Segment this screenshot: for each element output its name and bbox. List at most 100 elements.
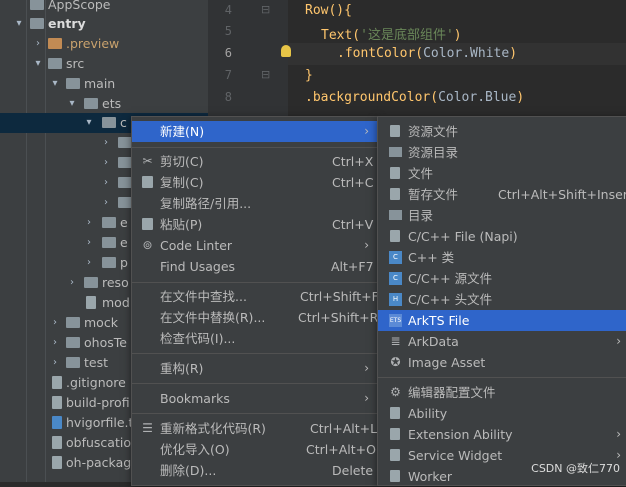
tree-item[interactable]: AppScope [0,0,208,15]
tree-item[interactable]: ▾ ets [0,94,208,114]
chevron-right-icon[interactable]: › [50,353,60,373]
chevron-right-icon[interactable]: › [101,133,111,153]
menu-item-paste[interactable]: 粘贴(P) Ctrl+V [132,214,377,235]
submenu-item-arkdata[interactable]: ≣ ArkData › [378,331,626,352]
folder-icon [389,210,402,220]
cpp-header-icon: H [389,293,402,306]
submenu-item-file[interactable]: 文件 [378,163,626,184]
menu-item-reformat-code[interactable]: ☰ 重新格式化代码(R) Ctrl+Alt+L [132,418,377,439]
menu-item-bookmarks[interactable]: Bookmarks › [132,388,377,409]
submenu-item-image-asset[interactable]: ✪ Image Asset [378,352,626,373]
submenu-item-extension-ability[interactable]: Extension Ability › [378,424,626,445]
line-number: 6 [224,46,232,60]
folder-icon [102,257,116,268]
submenu-item-resource-file[interactable]: 资源文件 [378,121,626,142]
folder-icon [118,177,132,188]
chevron-right-icon: › [364,391,369,405]
cpp-class-icon: C [389,251,402,264]
folder-icon [389,147,402,157]
menu-item-find-in-files[interactable]: 在文件中查找... Ctrl+Shift+F [132,286,379,307]
menu-item-delete[interactable]: 删除(D)... Delete [132,460,377,481]
menu-item-copy-path[interactable]: 复制路径/引用... [132,193,377,214]
menu-item-code-linter[interactable]: ⊚ Code Linter › [132,235,377,256]
watermark: CSDN @致仁770 [531,462,620,475]
submenu-item-ability[interactable]: Ability [378,403,626,424]
submenu-item-editorconfig[interactable]: ⚙ 编辑器配置文件 [378,382,626,403]
chevron-down-icon[interactable]: ▾ [14,14,24,34]
menu-item-copy[interactable]: 复制(C) Ctrl+C [132,172,377,193]
chevron-down-icon[interactable]: ▾ [67,94,77,114]
gear-file-icon [86,296,96,309]
chevron-down-icon[interactable]: ▾ [50,74,60,94]
tree-item[interactable]: › .preview [0,34,208,54]
line-number: 8 [224,90,232,104]
menu-separator [378,377,626,378]
folder-icon [118,137,132,148]
fold-icon[interactable]: ⊟ [261,3,270,16]
code-line[interactable]: } [305,68,313,83]
menu-item-find-usages[interactable]: Find Usages Alt+F7 [132,256,377,277]
chevron-right-icon[interactable]: › [50,313,60,333]
fold-icon[interactable]: ⊟ [261,68,270,81]
menu-separator [132,383,377,384]
file-icon [52,396,62,409]
folder-icon [118,197,132,208]
menu-item-cut[interactable]: ✂ 剪切(C) Ctrl+X [132,151,377,172]
folder-icon [118,157,132,168]
code-line[interactable]: .backgroundColor(Color.Blue) [305,90,524,105]
code-line[interactable]: .fontColor(Color.White) [337,46,517,61]
chevron-right-icon[interactable]: › [33,34,43,54]
tree-item-entry[interactable]: ▾ entry [0,14,208,34]
folder-icon [84,277,98,288]
folder-icon [102,237,116,248]
database-icon: ≣ [390,334,401,348]
submenu-item-resource-directory[interactable]: 资源目录 [378,142,626,163]
lightbulb-icon[interactable] [281,45,291,57]
reformat-icon: ☰ [142,421,153,435]
menu-item-refactor[interactable]: 重构(R) › [132,358,377,379]
menu-item-optimize-imports[interactable]: 优化导入(O) Ctrl+Alt+O [132,439,377,460]
submenu-item-cpp-source[interactable]: C C/C++ 源文件 [378,268,626,289]
paste-icon [142,218,153,230]
linter-icon: ⊚ [142,238,153,252]
submenu-item-scratch-file[interactable]: 暂存文件 Ctrl+Alt+Shift+Insert [378,184,626,205]
submenu-item-directory[interactable]: 目录 [378,205,626,226]
worker-icon [390,470,400,482]
folder-icon [66,317,80,328]
menu-item-inspect-code[interactable]: 检查代码(I)... [132,328,377,349]
chevron-right-icon[interactable]: › [101,153,111,173]
chevron-down-icon[interactable]: ▾ [33,54,43,74]
folder-icon [30,18,44,29]
submenu-item-cpp-header[interactable]: H C/C++ 头文件 [378,289,626,310]
chevron-right-icon[interactable]: › [67,273,77,293]
submenu-item-cpp-napi[interactable]: C/C++ File (Napi) [378,226,626,247]
chevron-right-icon[interactable]: › [101,193,111,213]
ts-file-icon [52,416,62,429]
chevron-right-icon: › [364,124,369,138]
ets-file-icon: ETS [389,314,402,327]
tree-item[interactable]: ▾ src [0,54,208,74]
submenu-item-arkts-file[interactable]: ETS ArkTS File [378,310,626,331]
code-line[interactable]: Text('这是底部组件') [321,24,462,43]
menu-item-replace-in-files[interactable]: 在文件中替换(R)... Ctrl+Shift+R [132,307,378,328]
chevron-right-icon[interactable]: › [101,173,111,193]
chevron-right-icon: › [616,427,621,441]
ability-icon [390,407,400,419]
chevron-right-icon[interactable]: › [84,213,94,233]
folder-icon [30,0,44,10]
tree-item[interactable]: ▾ main [0,74,208,94]
menu-separator [132,413,377,414]
line-number: 7 [224,68,232,82]
chevron-right-icon[interactable]: › [84,253,94,273]
chevron-right-icon: › [616,334,621,348]
chevron-right-icon[interactable]: › [84,233,94,253]
chevron-right-icon[interactable]: › [50,333,60,353]
code-line[interactable]: Row(){ [305,3,352,18]
chevron-down-icon[interactable]: ▾ [84,113,94,133]
menu-separator [132,282,377,283]
menu-item-new[interactable]: 新建(N) › [132,121,377,142]
submenu-item-cpp-class[interactable]: C C++ 类 [378,247,626,268]
scratch-file-icon [390,188,400,200]
scissors-icon: ✂ [142,154,153,168]
cpp-file-icon [390,230,400,242]
